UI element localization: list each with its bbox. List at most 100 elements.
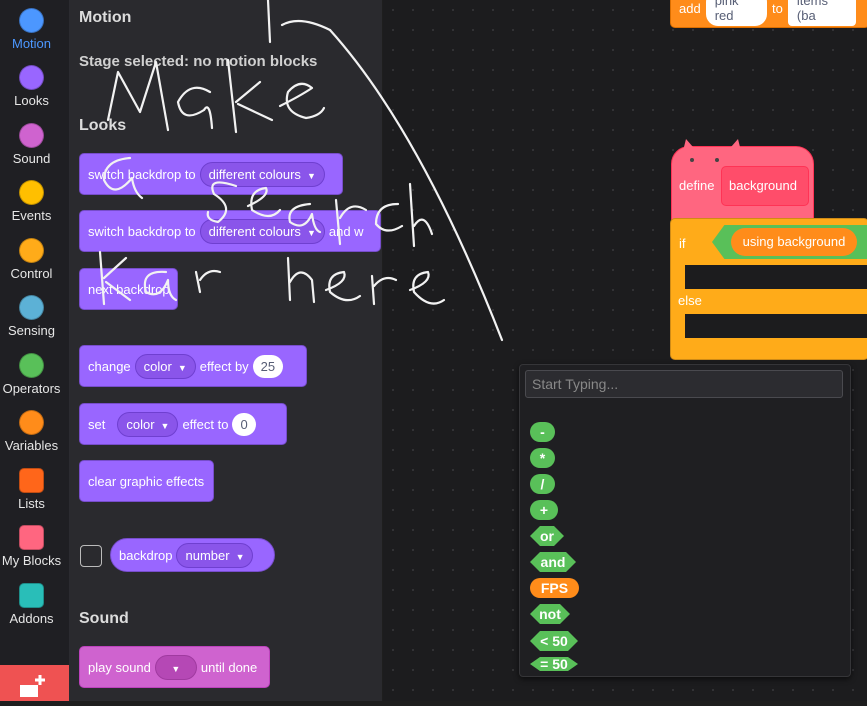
list-item-input[interactable]: pink red — [705, 0, 768, 26]
category-variables[interactable]: Variables — [0, 410, 63, 453]
category-label: Control — [10, 266, 53, 281]
block-name: background — [729, 178, 797, 193]
category-label: Addons — [9, 611, 54, 626]
backdrop-dropdown[interactable]: different colours ▼ — [199, 218, 325, 244]
category-control[interactable]: Control — [0, 238, 63, 281]
dropdown-value: color — [126, 416, 155, 432]
backdrop-number-reporter[interactable]: backdrop number ▼ — [110, 538, 275, 572]
effect-dropdown[interactable]: color ▼ — [117, 411, 179, 437]
search-result-subtract[interactable]: - — [530, 422, 555, 442]
dropdown-arrow-icon: ▼ — [235, 551, 245, 562]
category-label: Variables — [4, 438, 59, 453]
else-substack-slot — [685, 314, 867, 338]
switch-backdrop-block[interactable]: switch backdrop to different colours ▼ — [79, 153, 343, 195]
motion-note: Stage selected: no motion blocks — [79, 53, 318, 70]
looks-icon — [19, 65, 44, 90]
search-result-and[interactable]: and — [530, 552, 576, 572]
block-label: until done — [200, 659, 258, 675]
block-label: to — [772, 0, 783, 16]
category-sidebar: Motion Looks Sound Events Control Sensin… — [0, 0, 70, 701]
block-label: and w — [328, 223, 364, 239]
block-label: set — [88, 416, 106, 432]
search-result-less-than[interactable]: < 50 — [530, 631, 578, 651]
search-result-not[interactable]: not — [530, 604, 570, 624]
search-result-add[interactable]: + — [530, 500, 558, 520]
motion-icon — [19, 8, 44, 33]
events-icon — [19, 180, 44, 205]
effect-dropdown[interactable]: color ▼ — [134, 353, 196, 379]
change-effect-block[interactable]: change color ▼ effect by 25 — [79, 345, 307, 387]
search-result-multiply[interactable]: * — [530, 448, 555, 468]
play-sound-until-done-block[interactable]: play sound ▼ until done — [79, 646, 270, 688]
block-label: change — [88, 358, 131, 374]
palette-heading-looks: Looks — [79, 117, 127, 134]
dropdown-arrow-icon: ▼ — [177, 362, 187, 373]
search-result-divide[interactable]: / — [530, 474, 555, 494]
category-label: Events — [11, 208, 52, 223]
else-label: else — [678, 293, 702, 308]
block-label: effect to — [182, 416, 229, 432]
block-label: switch backdrop to — [88, 223, 196, 239]
block-label: backdrop — [119, 547, 173, 563]
category-looks[interactable]: Looks — [0, 65, 63, 108]
effect-amount-input[interactable]: 25 — [252, 354, 284, 378]
category-label: Lists — [18, 496, 45, 511]
variables-icon — [19, 410, 44, 435]
myblocks-icon — [19, 525, 44, 550]
block-label: clear graphic effects — [88, 473, 205, 489]
dropdown-arrow-icon: ▼ — [306, 227, 316, 238]
lists-icon — [19, 468, 44, 493]
define-label: define — [679, 178, 715, 193]
category-label: Sensing — [8, 323, 55, 338]
category-my-blocks[interactable]: My Blocks — [0, 525, 63, 568]
custom-block-prototype[interactable]: background — [721, 166, 809, 206]
category-events[interactable]: Events — [0, 180, 63, 223]
category-addons[interactable]: Addons — [0, 583, 63, 626]
control-icon — [19, 238, 44, 263]
search-result-or[interactable]: or — [530, 526, 564, 546]
backdrop-property-dropdown[interactable]: number ▼ — [176, 542, 254, 568]
category-label: My Blocks — [1, 553, 62, 568]
backdrop-dropdown[interactable]: different colours ▼ — [199, 161, 325, 187]
dropdown-arrow-icon: ▼ — [306, 170, 316, 181]
search-result-fps[interactable]: FPS — [530, 578, 579, 598]
clear-graphic-effects-block[interactable]: clear graphic effects — [79, 460, 214, 502]
if-substack-slot — [685, 265, 867, 289]
category-label: Sound — [12, 151, 51, 166]
category-lists[interactable]: Lists — [0, 468, 63, 511]
dropdown-value: different colours — [208, 223, 301, 239]
palette-heading-motion: Motion — [79, 9, 132, 26]
set-effect-block[interactable]: set color ▼ effect to 0 — [79, 403, 287, 445]
palette-heading-sound: Sound — [79, 610, 129, 627]
sensing-icon — [19, 295, 44, 320]
block-label: add — [679, 0, 701, 16]
list-dropdown[interactable]: items (ba — [787, 0, 856, 26]
category-sound[interactable]: Sound — [0, 123, 63, 166]
switch-backdrop-and-wait-block[interactable]: switch backdrop to different colours ▼ an… — [79, 210, 381, 252]
effect-value-input[interactable]: 0 — [232, 412, 256, 436]
sound-dropdown[interactable]: ▼ — [154, 654, 197, 680]
category-motion[interactable]: Motion — [0, 2, 69, 60]
backdrop-monitor-checkbox[interactable] — [80, 545, 102, 567]
block-label: switch backdrop to — [88, 166, 196, 182]
category-label: Looks — [14, 93, 49, 108]
operators-icon — [19, 353, 44, 378]
block-search-popup: - * / + or and FPS not < 50 = 50 — [519, 364, 851, 677]
dropdown-arrow-icon: ▼ — [160, 420, 170, 431]
add-extension-icon — [20, 675, 45, 697]
block-label: play sound — [88, 659, 151, 675]
add-to-list-block[interactable]: add pink red to items (ba — [670, 0, 867, 28]
next-backdrop-block[interactable]: next backdrop — [79, 268, 178, 310]
dropdown-arrow-icon: ▼ — [171, 663, 181, 674]
dropdown-value: color — [143, 358, 172, 374]
category-operators[interactable]: Operators — [0, 353, 63, 396]
add-extension-button[interactable] — [0, 665, 69, 701]
category-label: Motion — [11, 36, 52, 51]
block-search-input[interactable] — [525, 370, 843, 398]
block-label: effect by — [199, 358, 249, 374]
using-background-reporter[interactable]: using background — [731, 228, 857, 256]
block-label: next backdrop — [88, 281, 170, 297]
category-label: Operators — [2, 381, 61, 396]
search-result-equals[interactable]: = 50 — [530, 657, 578, 671]
category-sensing[interactable]: Sensing — [0, 295, 63, 338]
